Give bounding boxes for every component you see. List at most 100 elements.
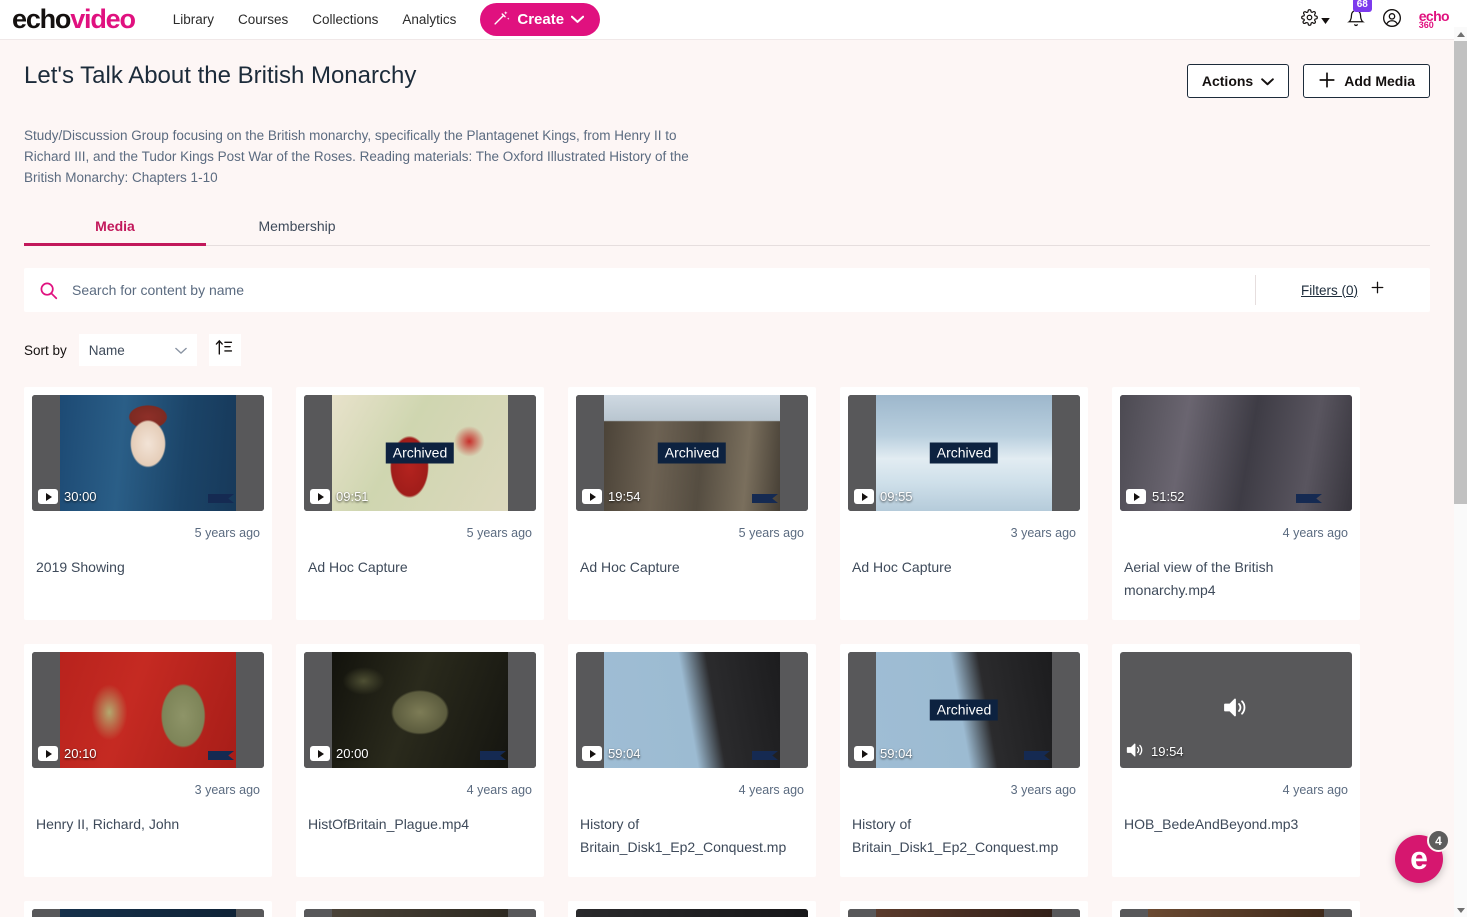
card-duration: 20:00: [310, 746, 369, 761]
scrollbar-thumb[interactable]: [1454, 41, 1467, 504]
play-icon: [38, 489, 58, 504]
media-card[interactable]: [568, 901, 816, 917]
card-duration: 30:00: [38, 489, 97, 504]
card-thumbnail[interactable]: [848, 909, 1080, 917]
tab-media[interactable]: Media: [24, 218, 206, 246]
card-thumbnail[interactable]: 20:00: [304, 652, 536, 768]
media-card[interactable]: 19:54 4 years ago HOB_BedeAndBeyond.mp3: [1112, 644, 1360, 877]
card-duration-label: 59:04: [880, 746, 913, 761]
nav-item-library[interactable]: Library: [173, 12, 214, 27]
card-thumbnail[interactable]: 30:00: [32, 395, 264, 511]
media-card[interactable]: Archived 19:54 5 years ago Ad Hoc Captur…: [568, 387, 816, 620]
nav-item-analytics[interactable]: Analytics: [402, 12, 456, 27]
notification-count-badge: 68: [1352, 0, 1372, 12]
card-thumbnail[interactable]: Archived 19:54: [576, 395, 808, 511]
card-title[interactable]: History of Britain_Disk1_Ep2_Conquest.mp: [848, 797, 1080, 877]
card-title[interactable]: Aerial view of the British monarchy.mp4: [1120, 540, 1352, 620]
card-duration-label: 51:52: [1152, 489, 1185, 504]
actions-button[interactable]: Actions: [1186, 64, 1290, 98]
media-card[interactable]: 30:00 5 years ago 2019 Showing: [24, 387, 272, 620]
search-input[interactable]: [72, 282, 1255, 298]
card-thumbnail[interactable]: [32, 909, 264, 917]
nav-item-courses[interactable]: Courses: [238, 12, 288, 27]
sort-by-select[interactable]: Name: [78, 334, 197, 366]
thumbnail-image: [1148, 909, 1324, 917]
media-card[interactable]: [840, 901, 1088, 917]
sort-controls: Sort by Name: [24, 334, 1430, 366]
card-duration: 09:51: [310, 489, 369, 504]
media-card[interactable]: [1112, 901, 1360, 917]
help-widget-glyph: e: [1410, 840, 1428, 876]
top-navigation-bar: echovideo Library Courses Collections An…: [0, 0, 1467, 40]
card-duration: 19:54: [582, 489, 641, 504]
card-thumbnail[interactable]: 20:10: [32, 652, 264, 768]
card-title[interactable]: Ad Hoc Capture: [576, 540, 808, 620]
card-title[interactable]: Ad Hoc Capture: [304, 540, 536, 620]
card-age: 4 years ago: [1282, 783, 1348, 797]
card-thumbnail[interactable]: [576, 909, 808, 917]
logo-echo-text: echo: [12, 4, 71, 34]
card-title[interactable]: HOB_BedeAndBeyond.mp3: [1120, 797, 1352, 877]
create-button[interactable]: Create: [480, 3, 601, 36]
play-icon: [854, 489, 874, 504]
play-icon: [582, 746, 602, 761]
media-card[interactable]: 59:04 4 years ago History of Britain_Dis…: [568, 644, 816, 877]
card-thumbnail[interactable]: Archived 59:04: [848, 652, 1080, 768]
play-icon: [854, 746, 874, 761]
card-thumbnail[interactable]: 59:04: [576, 652, 808, 768]
card-thumbnail[interactable]: 51:52: [1120, 395, 1352, 511]
echovideo-logo[interactable]: echovideo: [12, 4, 136, 34]
sort-by-label: Sort by: [24, 342, 67, 358]
media-card[interactable]: 20:10 3 years ago Henry II, Richard, Joh…: [24, 644, 272, 877]
page-header-row: Let's Talk About the British Monarchy Ac…: [24, 40, 1430, 98]
card-duration-label: 20:10: [64, 746, 97, 761]
archived-badge: Archived: [929, 442, 999, 464]
play-icon: [1126, 489, 1146, 504]
tab-membership[interactable]: Membership: [206, 218, 388, 245]
media-card[interactable]: Archived 59:04 3 years ago History of Br…: [840, 644, 1088, 877]
media-card[interactable]: Archived 09:55 3 years ago Ad Hoc Captur…: [840, 387, 1088, 620]
scroll-up-arrow[interactable]: [1454, 27, 1467, 41]
media-card[interactable]: [24, 901, 272, 917]
card-title[interactable]: Ad Hoc Capture: [848, 540, 1080, 620]
scroll-down-arrow[interactable]: [1454, 903, 1467, 917]
help-widget-button[interactable]: e 4: [1395, 829, 1450, 883]
card-duration: 59:04: [854, 746, 913, 761]
add-media-button[interactable]: Add Media: [1303, 64, 1430, 98]
card-title[interactable]: HistOfBritain_Plague.mp4: [304, 797, 536, 877]
card-title[interactable]: 2019 Showing: [32, 540, 264, 620]
sort-direction-button[interactable]: [208, 334, 241, 366]
media-card[interactable]: 20:00 4 years ago HistOfBritain_Plague.m…: [296, 644, 544, 877]
echo360-corner-logo[interactable]: echo 360: [1419, 9, 1450, 29]
plus-icon: [1318, 71, 1336, 92]
add-filter-icon[interactable]: [1370, 280, 1385, 300]
card-age: 5 years ago: [738, 526, 804, 540]
chevron-down-icon: [174, 343, 187, 358]
card-duration-label: 09:55: [880, 489, 913, 504]
card-title[interactable]: History of Britain_Disk1_Ep2_Conquest.mp: [576, 797, 808, 877]
play-icon: [310, 489, 330, 504]
nav-item-collections[interactable]: Collections: [312, 12, 378, 27]
filters-link[interactable]: Filters (0): [1301, 283, 1358, 298]
notifications-button[interactable]: 68: [1346, 0, 1372, 32]
card-thumbnail[interactable]: Archived 09:51: [304, 395, 536, 511]
settings-menu-button[interactable]: [1300, 9, 1330, 31]
card-thumbnail[interactable]: 19:54: [1120, 652, 1352, 768]
card-thumbnail[interactable]: Archived 09:55: [848, 395, 1080, 511]
media-card[interactable]: 51:52 4 years ago Aerial view of the Bri…: [1112, 387, 1360, 620]
media-card[interactable]: Archived 09:51 5 years ago Ad Hoc Captur…: [296, 387, 544, 620]
play-icon: [310, 746, 330, 761]
play-icon: [582, 489, 602, 504]
user-account-button[interactable]: [1382, 8, 1402, 33]
vertical-scrollbar[interactable]: [1454, 27, 1467, 917]
nav-right-cluster: 68 echo 360: [1300, 0, 1450, 40]
thumbnail-image: [876, 909, 1052, 917]
media-card[interactable]: [296, 901, 544, 917]
card-thumbnail[interactable]: [304, 909, 536, 917]
page-scroll-area: Let's Talk About the British Monarchy Ac…: [0, 40, 1454, 917]
card-title[interactable]: Henry II, Richard, John: [32, 797, 264, 877]
card-thumbnail[interactable]: [1120, 909, 1352, 917]
card-duration: 09:55: [854, 489, 913, 504]
card-duration: 20:10: [38, 746, 97, 761]
thumbnail-image: [576, 909, 808, 917]
